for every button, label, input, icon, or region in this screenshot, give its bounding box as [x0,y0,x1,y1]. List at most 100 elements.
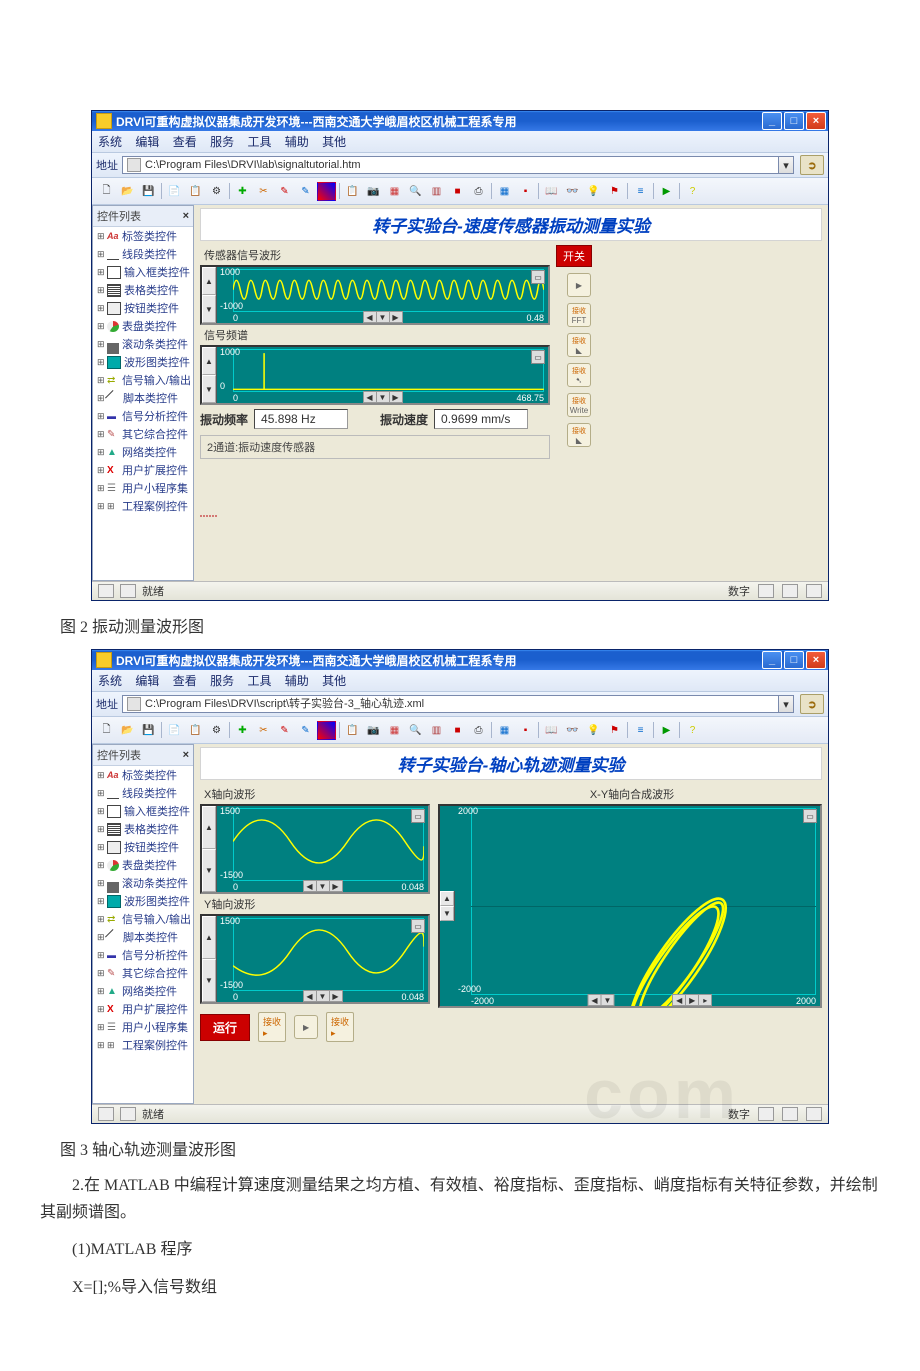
toolbar-chip-icon[interactable]: ▦ [385,182,404,201]
toolbar2-pen2-icon[interactable]: ✎ [296,721,315,740]
side-fft-button[interactable]: 接收FFT [567,303,591,327]
toolbar2-glasses-icon[interactable]: 👓 [563,721,582,740]
scope1-y-up-icon[interactable]: ▲ [202,267,216,295]
address-input-2[interactable]: C:\Program Files\DRVI\script\转子实验台-3_轴心轨… [122,695,779,713]
status-icon2[interactable] [120,584,136,598]
toolbar2-flag-icon[interactable]: ⚑ [605,721,624,740]
go-button[interactable]: ➲ [800,155,824,175]
sidebar-close-icon[interactable]: × [183,210,189,222]
scopeXY-expand-icon[interactable]: ▭ [803,809,817,823]
pin-button-2[interactable]: 接收▸ [326,1012,354,1042]
tree-item-io[interactable]: ⊞⇄信号输入/输出 [93,371,193,389]
toolbar-pen2-icon[interactable]: ✎ [296,182,315,201]
scopeX-up-icon[interactable]: ▲ [202,806,216,849]
close-button-2[interactable]: × [806,651,826,669]
tree2-table[interactable]: ⊞表格类控件 [93,820,193,838]
minimize-button-2[interactable]: _ [762,651,782,669]
toolbar-new-icon[interactable]: 🗋 [97,182,116,201]
toolbar2-paste-icon[interactable]: 📋 [186,721,205,740]
address-input[interactable]: C:\Program Files\DRVI\lab\signaltutorial… [122,156,779,174]
side-recv2-button[interactable]: 接收➷ [567,363,591,387]
status-icon1[interactable] [98,584,114,598]
toolbar2-book-icon[interactable]: 📖 [542,721,561,740]
toolbar-lamp-icon[interactable]: 💡 [584,182,603,201]
maximize-button[interactable]: □ [784,112,804,130]
tree-item-userprog[interactable]: ⊞☰用户小程序集 [93,479,193,497]
toolbar2-play-icon[interactable]: ▶ [657,721,676,740]
toolbar-chart-icon[interactable]: ▥ [427,182,446,201]
toolbar-glasses-icon[interactable]: 👓 [563,182,582,201]
tree2-slider[interactable]: ⊞滚动条类控件 [93,874,193,892]
tree2-net[interactable]: ⊞▲网络类控件 [93,982,193,1000]
toolbar-book-icon[interactable]: 📖 [542,182,561,201]
toolbar2-settings-icon[interactable]: ⚙ [207,721,226,740]
address-dropdown-icon-2[interactable]: ▾ [778,695,794,713]
toolbar-flag-icon[interactable]: ⚑ [605,182,624,201]
scope-spectrum[interactable]: ▲ ▼ 1000 0 0 468.75 [200,345,550,405]
scopeXY-x-controls2[interactable]: ◀▶▸ [672,994,712,1006]
side-play-button[interactable]: ▶ [567,273,591,297]
toolbar-search-icon[interactable]: 🔍 [406,182,425,201]
toolbar-open-icon[interactable]: 📂 [118,182,137,201]
toolbar2-open-icon[interactable]: 📂 [118,721,137,740]
toolbar2-grid-icon[interactable]: ▦ [495,721,514,740]
scope2-x-controls[interactable]: ◀▼▶ [363,391,403,403]
menu2-edit[interactable]: 编辑 [135,674,159,688]
toolbar-settings-icon[interactable]: ⚙ [207,182,226,201]
tree2-script[interactable]: ⊞脚本类控件 [93,928,193,946]
menu-service[interactable]: 服务 [210,135,234,149]
toolbar-clipboard-icon[interactable]: 📋 [343,182,362,201]
toolbar2-chart-icon[interactable]: ▥ [427,721,446,740]
toolbar2-chip-icon[interactable]: ▦ [385,721,404,740]
tree2-input[interactable]: ⊞输入框类控件 [93,802,193,820]
status2-tray-icon3[interactable] [806,1107,822,1121]
play-button-2[interactable]: ▶ [294,1015,318,1039]
scope2-expand-icon[interactable]: ▭ [531,350,545,364]
tree-item-net[interactable]: ⊞▲网络类控件 [93,443,193,461]
scope2-y-down-icon[interactable]: ▼ [202,375,216,403]
tree-item-button[interactable]: ⊞按钮类控件 [93,299,193,317]
scopeY-expand-icon[interactable]: ▭ [411,919,425,933]
menu-help[interactable]: 辅助 [285,135,309,149]
scopeY-down-icon[interactable]: ▼ [202,959,216,1002]
toolbar-copy-icon[interactable]: 📄 [165,182,184,201]
tree-item-script[interactable]: ⊞脚本类控件 [93,389,193,407]
toolbar2-save-icon[interactable]: 💾 [139,721,158,740]
status2-tray-icon2[interactable] [782,1107,798,1121]
toolbar2-camera-icon[interactable]: 📷 [364,721,383,740]
tree2-ext[interactable]: ⊞X用户扩展控件 [93,1000,193,1018]
tree2-other[interactable]: ⊞✎其它综合控件 [93,964,193,982]
side-recv3-button[interactable]: 接收◣ [567,423,591,447]
status-tray-icon3[interactable] [806,584,822,598]
tree2-gauge[interactable]: ⊞表盘类控件 [93,856,193,874]
menu2-other[interactable]: 其他 [322,674,346,688]
toolbar-paste-icon[interactable]: 📋 [186,182,205,201]
toolbar2-plus-icon[interactable]: ✚ [233,721,252,740]
toolbar2-print-icon[interactable]: ⎙ [469,721,488,740]
toolbar-help-icon[interactable]: ? [683,182,702,201]
toolbar-palette-icon[interactable]: ▪ [516,182,535,201]
scopeXY-down-icon[interactable]: ▼ [440,906,454,921]
toolbar2-help-icon[interactable]: ? [683,721,702,740]
toolbar-cut-icon[interactable]: ✂ [254,182,273,201]
tree2-label[interactable]: ⊞Aa标签类控件 [93,766,193,784]
menu2-service[interactable]: 服务 [210,674,234,688]
scopeY-controls[interactable]: ◀▼▶ [303,990,343,1002]
tree-item-input[interactable]: ⊞输入框类控件 [93,263,193,281]
toolbar-save-icon[interactable]: 💾 [139,182,158,201]
scope2-y-up-icon[interactable]: ▲ [202,347,216,375]
scopeXY-up-icon[interactable]: ▲ [440,891,454,906]
scopeY-up-icon[interactable]: ▲ [202,916,216,959]
toolbar2-search-icon[interactable]: 🔍 [406,721,425,740]
scope-y[interactable]: ▲▼ 1500 -1500 0 0.048 ▭ ◀▼▶ [200,914,430,1004]
menu2-tools[interactable]: 工具 [247,674,271,688]
toolbar-stop-icon[interactable]: ■ [448,182,467,201]
tree-item-other[interactable]: ⊞✎其它综合控件 [93,425,193,443]
toolbar-pen1-icon[interactable]: ✎ [275,182,294,201]
go-button-2[interactable]: ➲ [800,694,824,714]
grab-handle-icon[interactable] [200,509,230,523]
run-button[interactable]: 运行 [200,1014,250,1041]
status2-icon1[interactable] [98,1107,114,1121]
tree2-line[interactable]: ⊞线段类控件 [93,784,193,802]
tree-item-slider[interactable]: ⊞滚动条类控件 [93,335,193,353]
